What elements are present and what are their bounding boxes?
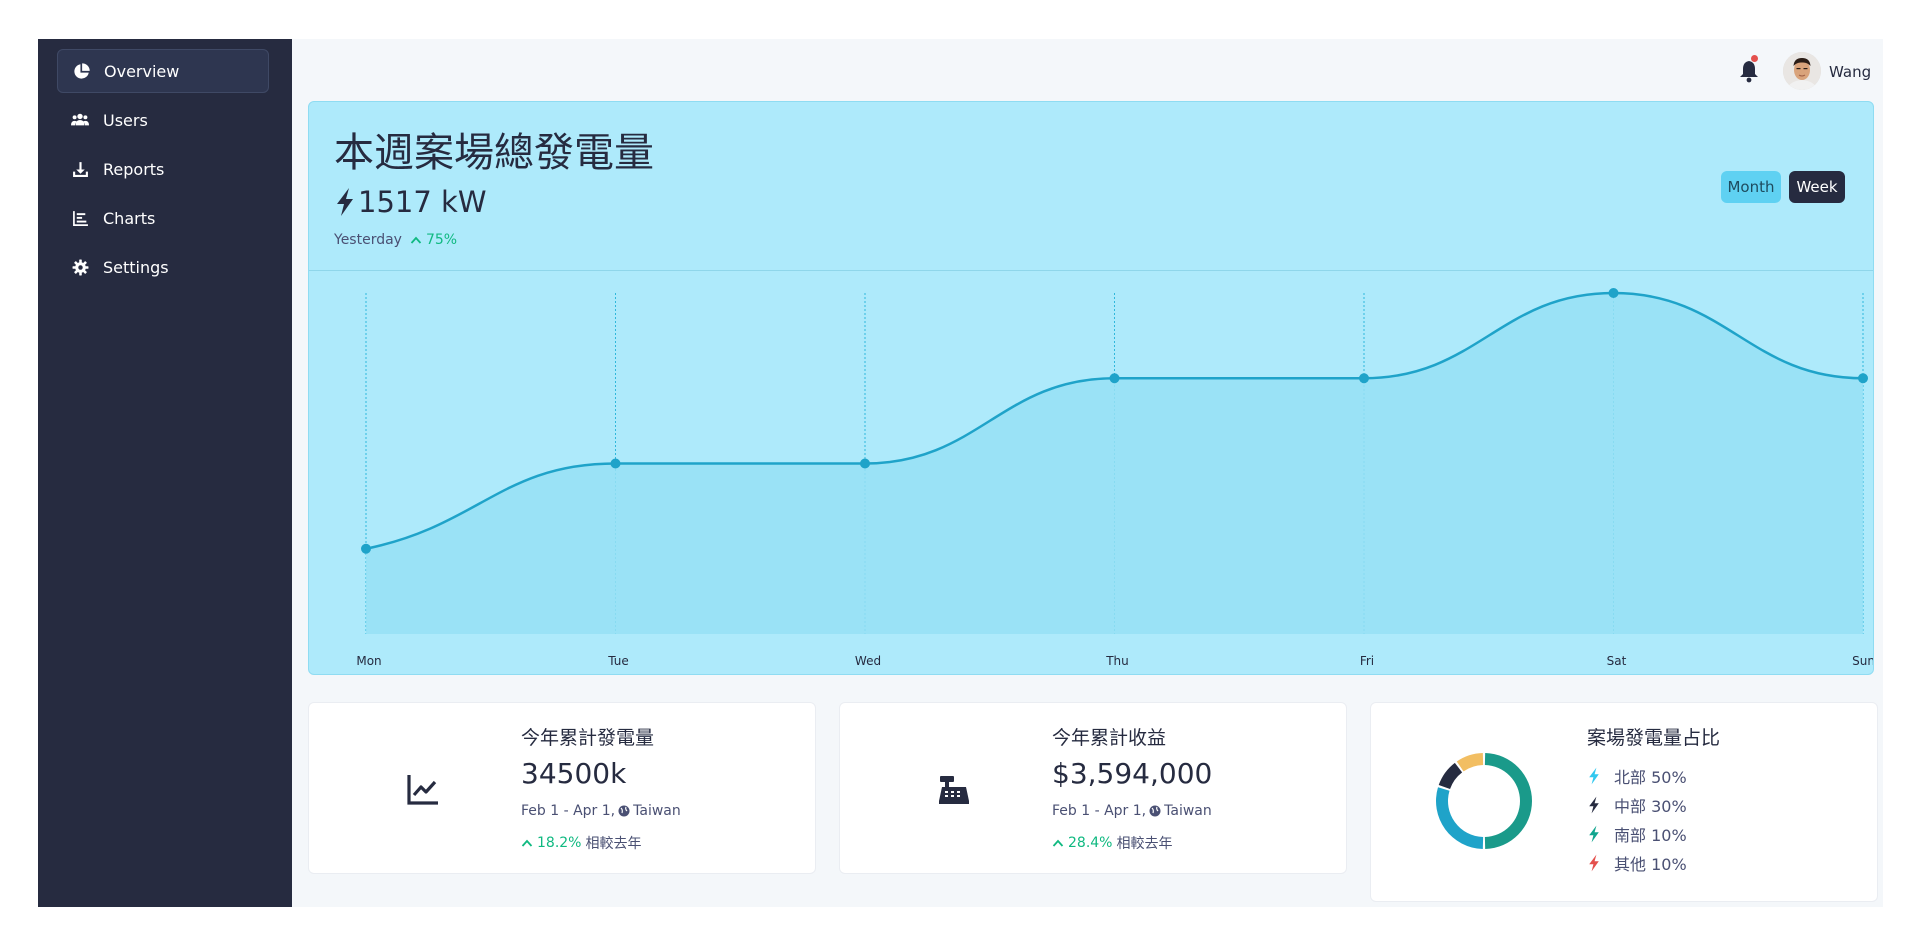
- sidebar-item-reports[interactable]: Reports: [57, 147, 269, 191]
- data-point[interactable]: [1109, 373, 1120, 384]
- sidebar-item-label: Users: [103, 110, 148, 130]
- x-tick-label: Fri: [1360, 654, 1374, 668]
- app-frame: Overview Users Reports Charts Settings W…: [38, 39, 1883, 907]
- sidebar-item-label: Overview: [104, 61, 180, 81]
- legend-item: 中部 30%: [1587, 790, 1687, 819]
- legend-label: 其他 10%: [1614, 854, 1687, 874]
- sidebar: Overview Users Reports Charts Settings: [38, 39, 292, 907]
- chevron-up-icon: [521, 839, 533, 847]
- username[interactable]: Wang: [1829, 63, 1871, 81]
- card-title: 今年累計發電量: [521, 727, 655, 749]
- sidebar-item-label: Reports: [103, 159, 165, 179]
- line-chart-icon: [405, 771, 441, 807]
- cash-register-icon: [936, 771, 972, 807]
- legend-item: 南部 10%: [1587, 819, 1687, 848]
- location: Taiwan: [1164, 803, 1212, 819]
- legend-label: 北部 50%: [1614, 767, 1687, 787]
- share-card: 案場發電量占比 北部 50% 中部 30% 南部 10% 其他 10%: [1370, 702, 1878, 902]
- chevron-up-icon: [1052, 839, 1064, 847]
- card-trend: 28.4% 相較去年: [1052, 833, 1172, 853]
- card-meta: Feb 1 - Apr 1, Taiwan: [521, 803, 681, 819]
- legend-label: 南部 10%: [1614, 825, 1687, 845]
- page-title: 本週案場總發電量: [334, 130, 654, 176]
- trend-value: 28.4%: [1068, 835, 1113, 851]
- x-tick-label: Thu: [1105, 654, 1129, 668]
- hero-card: 本週案場總發電量 1517 kW Yesterday 75% Month Wee…: [308, 101, 1874, 675]
- sidebar-item-charts[interactable]: Charts: [57, 196, 269, 240]
- sidebar-item-label: Charts: [103, 208, 156, 228]
- download-icon: [71, 160, 89, 178]
- data-point[interactable]: [361, 543, 371, 554]
- data-point[interactable]: [610, 458, 621, 469]
- notification-dot: [1751, 55, 1758, 62]
- trend-compare: 相較去年: [1116, 836, 1173, 852]
- bar-chart-icon: [71, 209, 89, 227]
- weekly-power-chart: Mon Tue Wed Thu Fri Sat Sun: [356, 288, 1874, 668]
- stat-card-revenue: 今年累計收益 $3,594,000 Feb 1 - Apr 1, Taiwan …: [839, 702, 1347, 874]
- week-button[interactable]: Week: [1789, 171, 1845, 203]
- stat-card-generation: 今年累計發電量 34500k Feb 1 - Apr 1, Taiwan 18.…: [308, 702, 816, 874]
- sidebar-item-users[interactable]: Users: [57, 98, 269, 142]
- compare-row: Yesterday 75%: [334, 232, 457, 248]
- total-power-value: 1517 kW: [358, 185, 487, 219]
- chevron-up-icon: [410, 236, 422, 244]
- sidebar-item-label: Settings: [103, 257, 169, 277]
- main-content: Wang 本週案場總發電量 1517 kW Yesterday 75% Mont…: [292, 39, 1883, 907]
- card-title: 今年累計收益: [1052, 727, 1167, 749]
- globe-icon: [1149, 805, 1161, 817]
- date-range: Feb 1 - Apr 1,: [521, 803, 616, 819]
- donut-slice[interactable]: [1456, 753, 1484, 772]
- bell-icon[interactable]: [1738, 59, 1762, 83]
- x-tick-label: Sun: [1852, 654, 1874, 668]
- donut-slice[interactable]: [1436, 787, 1484, 849]
- data-point[interactable]: [1608, 288, 1619, 298]
- x-tick-label: Wed: [855, 654, 881, 668]
- x-tick-label: Mon: [356, 654, 381, 668]
- sidebar-item-settings[interactable]: Settings: [57, 245, 269, 289]
- data-point[interactable]: [1858, 373, 1868, 384]
- share-legend: 北部 50% 中部 30% 南部 10% 其他 10%: [1587, 761, 1687, 877]
- x-tick-label: Tue: [607, 654, 629, 668]
- donut-slice[interactable]: [1484, 753, 1533, 849]
- date-range: Feb 1 - Apr 1,: [1052, 803, 1147, 819]
- card-title: 案場發電量占比: [1587, 727, 1721, 749]
- bolt-icon: [1587, 854, 1603, 872]
- total-power: 1517 kW: [334, 185, 487, 219]
- legend-item: 其他 10%: [1587, 848, 1687, 877]
- card-value: $3,594,000: [1052, 757, 1213, 790]
- card-trend: 18.2% 相較去年: [521, 833, 641, 853]
- sidebar-item-overview[interactable]: Overview: [57, 49, 269, 93]
- data-point[interactable]: [860, 458, 870, 469]
- location: Taiwan: [633, 803, 681, 819]
- bolt-icon: [1587, 767, 1603, 785]
- donut-slice[interactable]: [1438, 762, 1463, 790]
- card-value: 34500k: [521, 757, 627, 790]
- x-tick-label: Sat: [1607, 654, 1627, 668]
- legend-label: 中部 30%: [1614, 796, 1687, 816]
- pie-chart-icon: [72, 62, 90, 80]
- trend-compare: 相較去年: [585, 836, 642, 852]
- trend-pct: 18.2%: [521, 835, 581, 851]
- avatar[interactable]: [1783, 52, 1821, 90]
- trend-value: 18.2%: [537, 835, 582, 851]
- globe-icon: [618, 805, 630, 817]
- bolt-icon: [334, 187, 356, 217]
- bolt-icon: [1587, 825, 1603, 843]
- compare-label: Yesterday: [334, 232, 402, 248]
- trend-pct: 28.4%: [1052, 835, 1112, 851]
- bolt-icon: [1587, 796, 1603, 814]
- compare-pct: 75%: [425, 232, 458, 248]
- share-donut-chart: [1436, 753, 1533, 849]
- gear-icon: [71, 258, 89, 276]
- compare-up: 75%: [410, 232, 457, 248]
- month-button[interactable]: Month: [1721, 171, 1781, 203]
- legend-item: 北部 50%: [1587, 761, 1687, 790]
- users-icon: [71, 111, 89, 129]
- card-meta: Feb 1 - Apr 1, Taiwan: [1052, 803, 1212, 819]
- data-point[interactable]: [1359, 373, 1369, 384]
